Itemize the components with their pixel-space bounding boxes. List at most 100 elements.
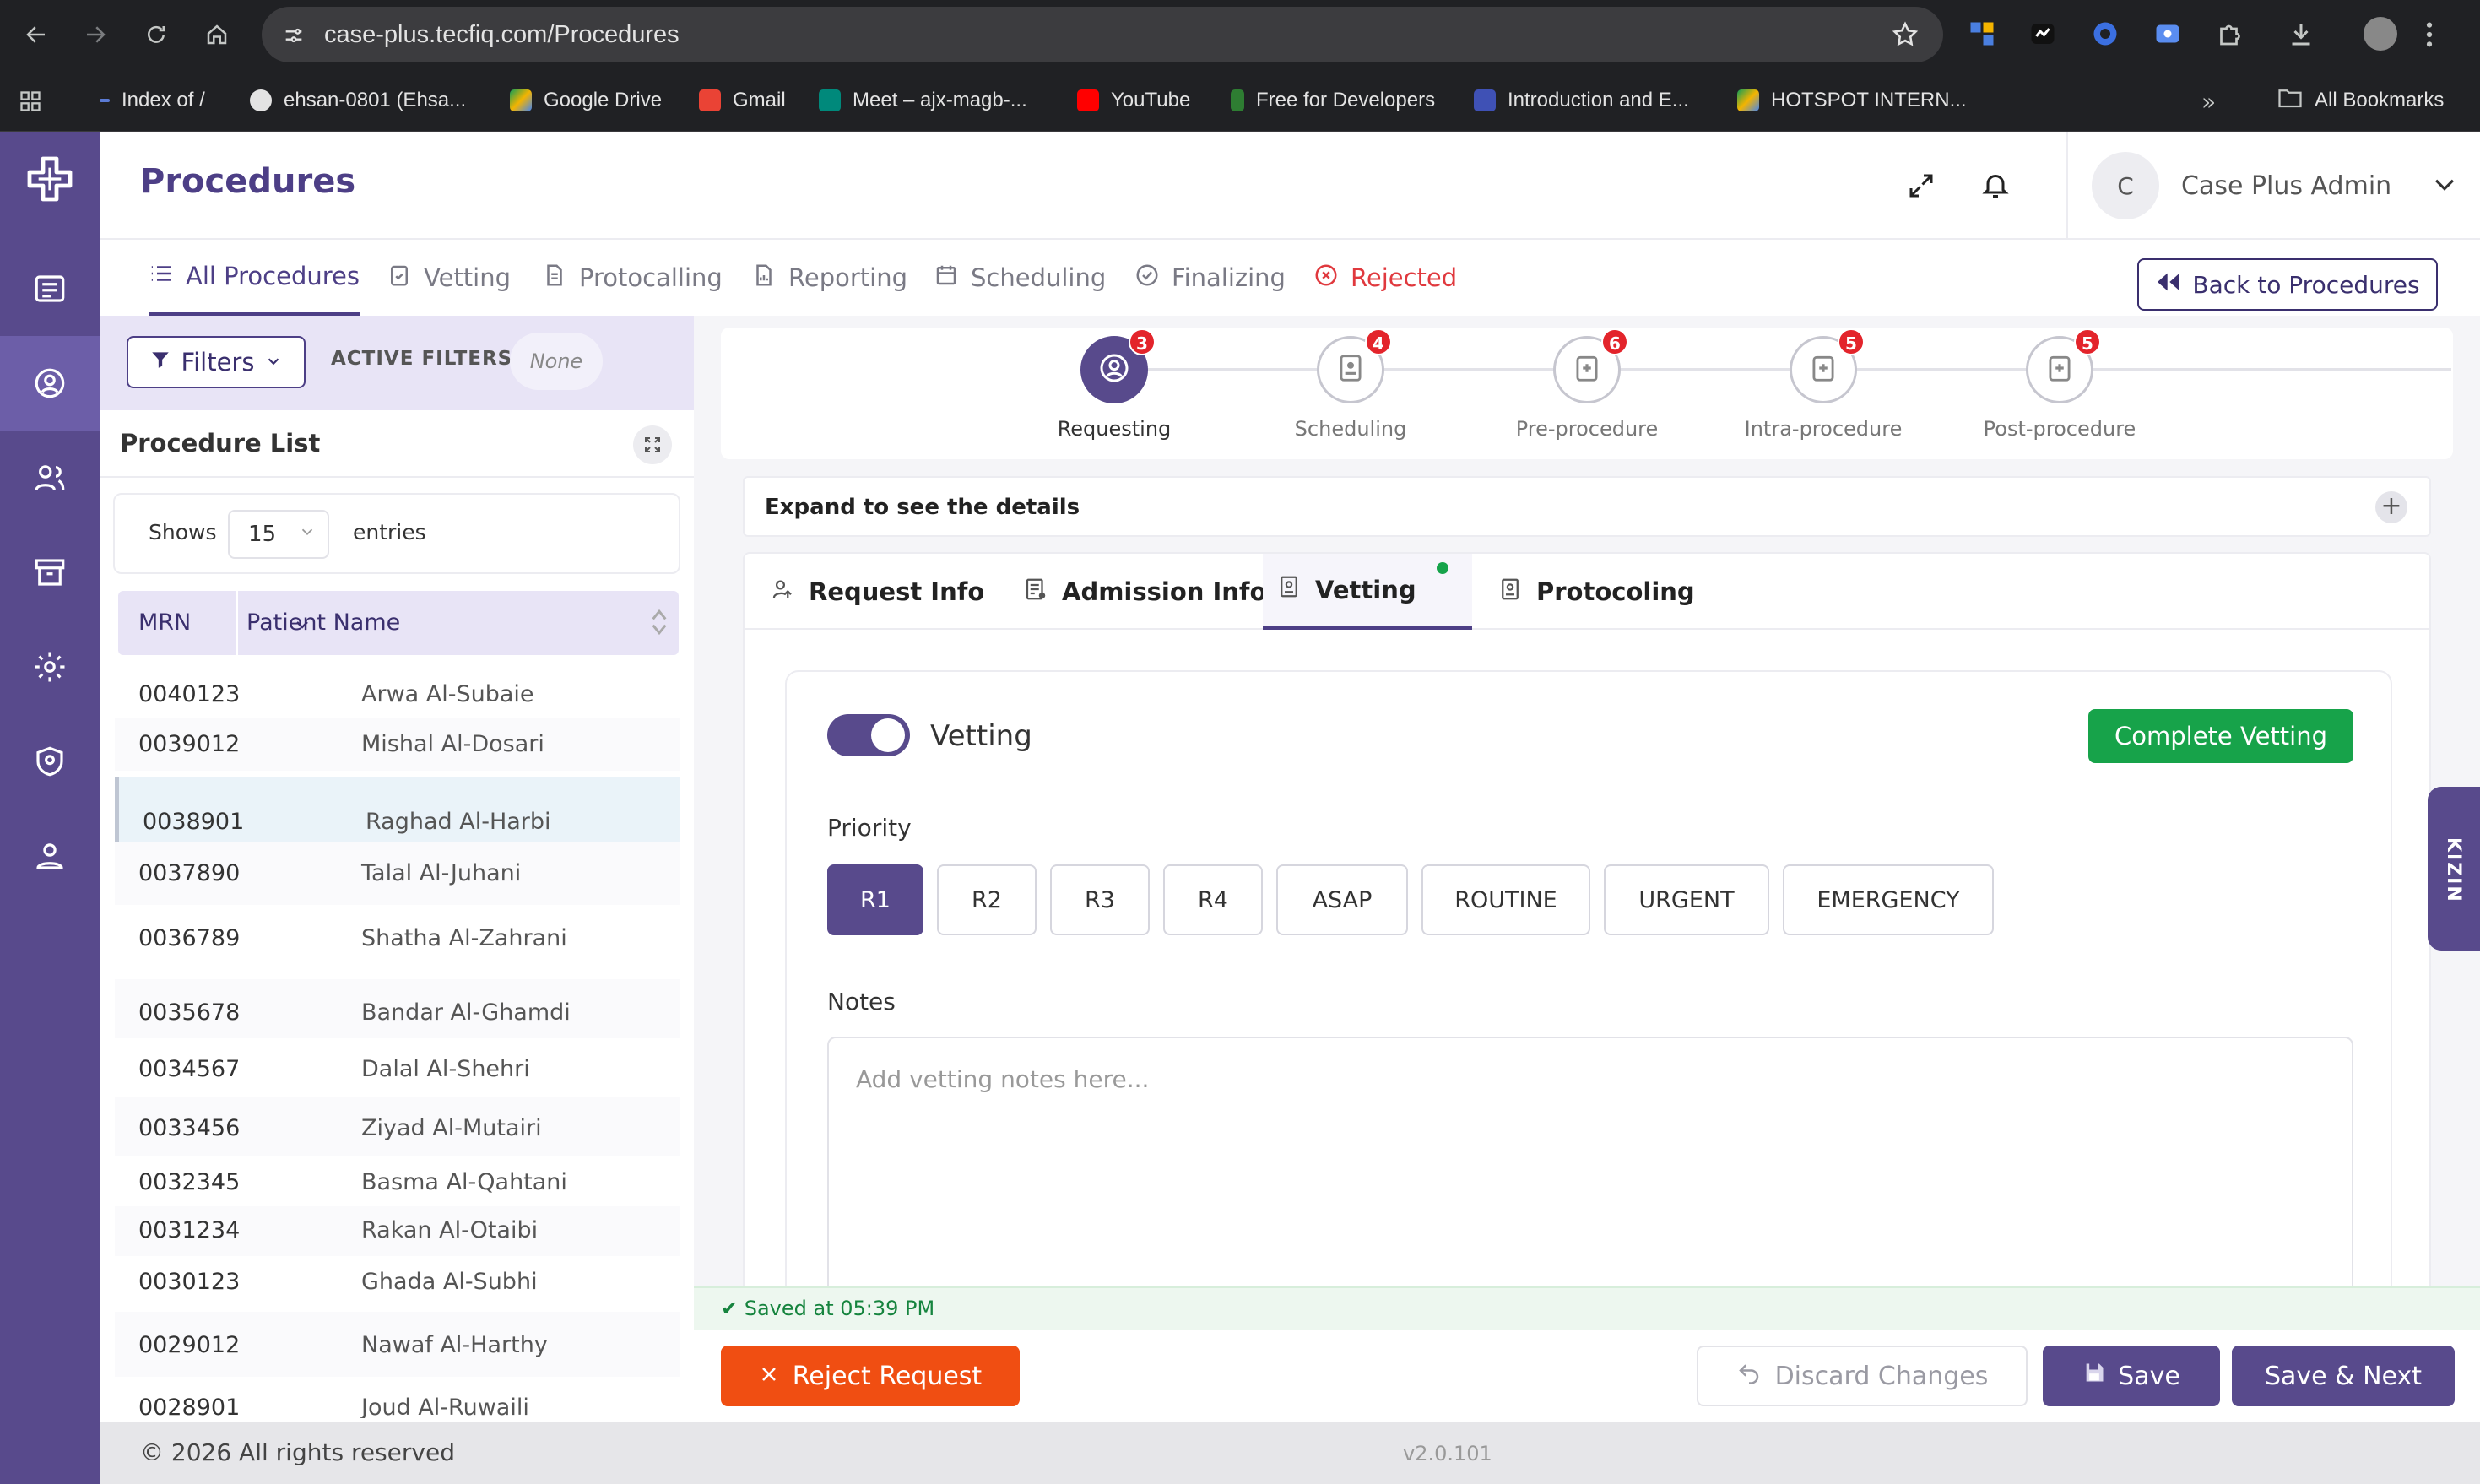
profile-avatar[interactable]: [2364, 17, 2397, 51]
sidebar-patients-icon[interactable]: [0, 431, 100, 525]
sort-icon[interactable]: [650, 606, 669, 642]
procedure-tabs: All Procedures Vetting Protocalling Repo…: [100, 240, 2480, 316]
tab-rejected[interactable]: Rejected: [1313, 240, 1457, 316]
all-bookmarks[interactable]: All Bookmarks: [2277, 69, 2444, 132]
expand-details-bar[interactable]: Expand to see the details +: [743, 476, 2431, 537]
sidebar-user-admin-icon[interactable]: [0, 809, 100, 903]
site-info-icon[interactable]: [282, 24, 306, 51]
step-pre-procedure[interactable]: 6 Pre-procedure: [1503, 328, 1671, 441]
priority-option[interactable]: R1: [827, 864, 923, 935]
sidebar-dashboard-icon[interactable]: [0, 241, 100, 336]
plus-icon[interactable]: +: [2375, 491, 2407, 523]
address-bar[interactable]: case-plus.tecfiq.com/Procedures: [262, 7, 1943, 62]
puzzle-icon[interactable]: [2215, 19, 2245, 49]
tab-request-info[interactable]: Request Info: [756, 554, 998, 630]
step-requesting[interactable]: 3 Requesting: [1030, 328, 1199, 441]
step-scheduling[interactable]: 4 Scheduling: [1266, 328, 1435, 441]
bookmark-item[interactable]: Meet – ajx-magb-...: [819, 69, 1027, 132]
table-row[interactable]: 0030123 Ghada Al-Subhi: [115, 1255, 680, 1309]
download-icon[interactable]: [2286, 19, 2316, 49]
column-header-mrn[interactable]: MRN: [138, 591, 191, 655]
priority-option[interactable]: ROUTINE: [1421, 864, 1590, 935]
back-to-procedures-button[interactable]: Back to Procedures: [2137, 258, 2438, 311]
table-row[interactable]: 0028901 Joud Al-Ruwaili: [115, 1377, 680, 1418]
url-text[interactable]: case-plus.tecfiq.com/Procedures: [324, 7, 680, 62]
table-row[interactable]: 0036789 Shatha Al-Zahrani: [115, 904, 680, 973]
patient-name-cell: Talal Al-Juhani: [361, 860, 522, 887]
user-menu[interactable]: C Case Plus Admin: [2066, 132, 2459, 240]
save-and-next-button[interactable]: Save & Next: [2232, 1346, 2455, 1406]
reject-request-button[interactable]: Reject Request: [721, 1346, 1020, 1406]
calendar-icon: [934, 263, 959, 294]
procedure-list-header: Procedure List: [100, 410, 694, 478]
entries-select[interactable]: 15: [228, 510, 329, 559]
tab-reporting[interactable]: Reporting: [751, 240, 907, 316]
app-logo[interactable]: [0, 132, 100, 226]
expand-icon[interactable]: [633, 425, 672, 464]
form-icon: [1023, 577, 1048, 608]
priority-option[interactable]: R3: [1050, 864, 1150, 935]
tab-vetting[interactable]: Vetting: [387, 240, 511, 316]
complete-vetting-button[interactable]: Complete Vetting: [2088, 709, 2353, 763]
table-row[interactable]: 0034567 Dalal Al-Shehri: [115, 1037, 680, 1101]
extension-icon[interactable]: [2028, 19, 2058, 49]
bookmark-item[interactable]: Free for Developers: [1231, 69, 1435, 132]
tab-protocalling[interactable]: Protocalling: [542, 240, 723, 316]
column-header-patient-name[interactable]: Patient Name: [246, 591, 400, 655]
bookmark-star-icon[interactable]: [1891, 20, 1920, 52]
table-row[interactable]: 0033456 Ziyad Al-Mutairi: [115, 1097, 680, 1160]
table-row[interactable]: 0040123 Arwa Al-Subaie: [115, 669, 680, 722]
bookmark-item[interactable]: Google Drive: [510, 69, 662, 132]
extension-icon[interactable]: [1967, 19, 1997, 49]
table-row[interactable]: 0035678 Bandar Al-Ghamdi: [115, 979, 680, 1048]
home-icon[interactable]: [196, 14, 238, 56]
column-divider: [236, 591, 238, 655]
tab-protocoling[interactable]: Protocoling: [1484, 554, 1708, 630]
tab-all-procedures[interactable]: All Procedures: [149, 240, 360, 316]
sidebar-settings-icon[interactable]: [0, 620, 100, 714]
step-post-procedure[interactable]: 5 Post-procedure: [1975, 328, 2144, 441]
table-row[interactable]: 0029012 Nawaf Al-Harthy: [115, 1311, 680, 1380]
sidebar-security-icon[interactable]: [0, 714, 100, 809]
back-arrow-icon[interactable]: [15, 14, 57, 56]
chevron-down-icon: [2430, 170, 2459, 202]
sidebar-procedures-icon[interactable]: [0, 336, 100, 431]
priority-option[interactable]: URGENT: [1604, 864, 1769, 935]
table-row[interactable]: 0039012 Mishal Al-Dosari: [115, 718, 680, 772]
discard-changes-button[interactable]: Discard Changes: [1697, 1346, 2028, 1406]
bookmark-item[interactable]: Gmail: [699, 69, 786, 132]
tab-finalizing[interactable]: Finalizing: [1134, 240, 1286, 316]
extension-icon[interactable]: [2090, 19, 2120, 49]
fullscreen-icon[interactable]: [1906, 171, 1936, 204]
bookmark-item[interactable]: YouTube: [1077, 69, 1190, 132]
table-row[interactable]: 0031234 Rakan Al-Otaibi: [115, 1205, 680, 1256]
tab-scheduling[interactable]: Scheduling: [934, 240, 1106, 316]
priority-option[interactable]: EMERGENCY: [1783, 864, 1994, 935]
reload-icon[interactable]: [135, 14, 177, 56]
save-button[interactable]: Save: [2043, 1346, 2220, 1406]
bookmark-item[interactable]: HOTSPOT INTERN...: [1737, 69, 1967, 132]
priority-option[interactable]: R2: [937, 864, 1037, 935]
extension-icon[interactable]: [2152, 19, 2183, 49]
forward-arrow-icon[interactable]: [74, 14, 116, 56]
bookmark-item[interactable]: Index of /: [100, 69, 205, 132]
table-row[interactable]: 0037890 Talal Al-Juhani: [115, 842, 680, 905]
vetting-toggle[interactable]: [827, 714, 910, 756]
table-row[interactable]: 0032345 Basma Al-Qahtani: [115, 1156, 680, 1210]
bookmark-item[interactable]: ehsan-0801 (Ehsa...: [250, 69, 466, 132]
priority-option[interactable]: R4: [1163, 864, 1263, 935]
priority-option[interactable]: ASAP: [1276, 864, 1408, 935]
sidebar-archive-icon[interactable]: [0, 525, 100, 620]
more-menu-icon[interactable]: [2424, 20, 2434, 52]
overflow-chevron-icon[interactable]: »: [2201, 88, 2216, 116]
save-status-bar: ✔ Saved at 05:39 PM: [694, 1286, 2480, 1330]
kizin-side-tab[interactable]: KIZIN: [2428, 787, 2480, 951]
tab-admission-info[interactable]: Admission Info: [1010, 554, 1280, 630]
notification-bell-icon[interactable]: [1980, 169, 2011, 204]
filters-button[interactable]: Filters: [127, 336, 306, 388]
step-intra-procedure[interactable]: 5 Intra-procedure: [1739, 328, 1908, 441]
apps-grid-icon[interactable]: [19, 89, 42, 116]
bookmark-favicon-icon: [1474, 89, 1496, 111]
bookmark-item[interactable]: Introduction and E...: [1474, 69, 1689, 132]
avatar: C: [2092, 152, 2159, 219]
